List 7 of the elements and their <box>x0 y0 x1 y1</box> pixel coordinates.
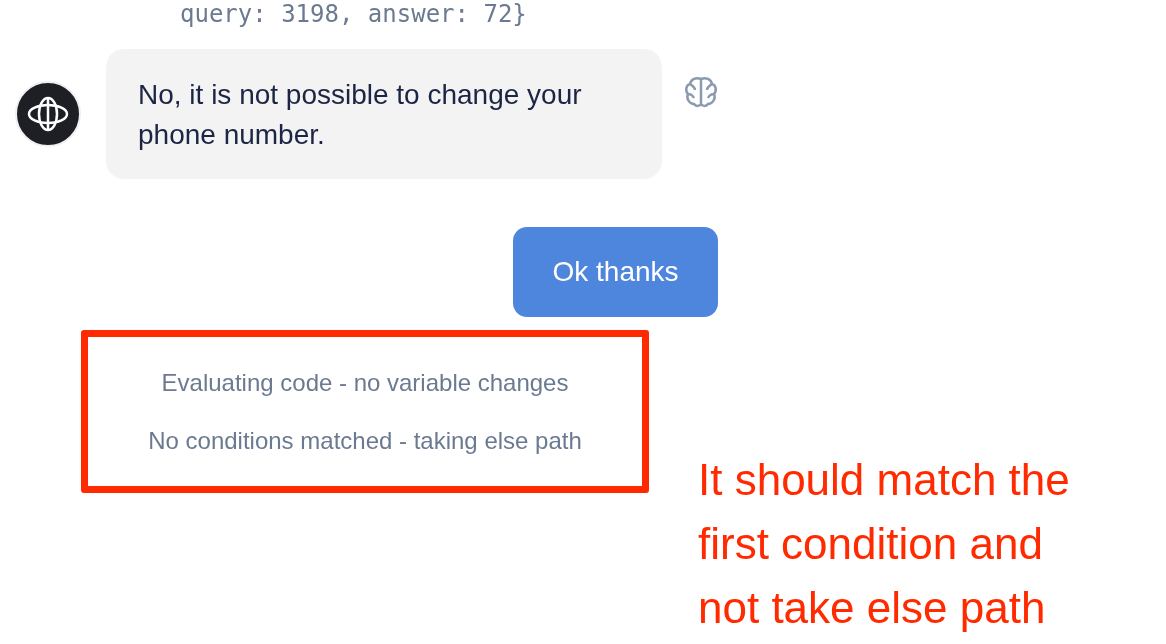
brain-icon[interactable] <box>684 76 718 108</box>
user-message: Ok thanks <box>513 227 718 317</box>
bot-message: No, it is not possible to change your phone number. <box>106 49 662 179</box>
event-log-text: No conditions matched - taking else path <box>148 425 582 456</box>
code-text: query: 3198, answer: 72} <box>180 0 527 28</box>
annotation-text: It should match the first condition and not take else path <box>698 454 1071 634</box>
event-log-text: Evaluating code - no variable changes <box>161 367 569 398</box>
